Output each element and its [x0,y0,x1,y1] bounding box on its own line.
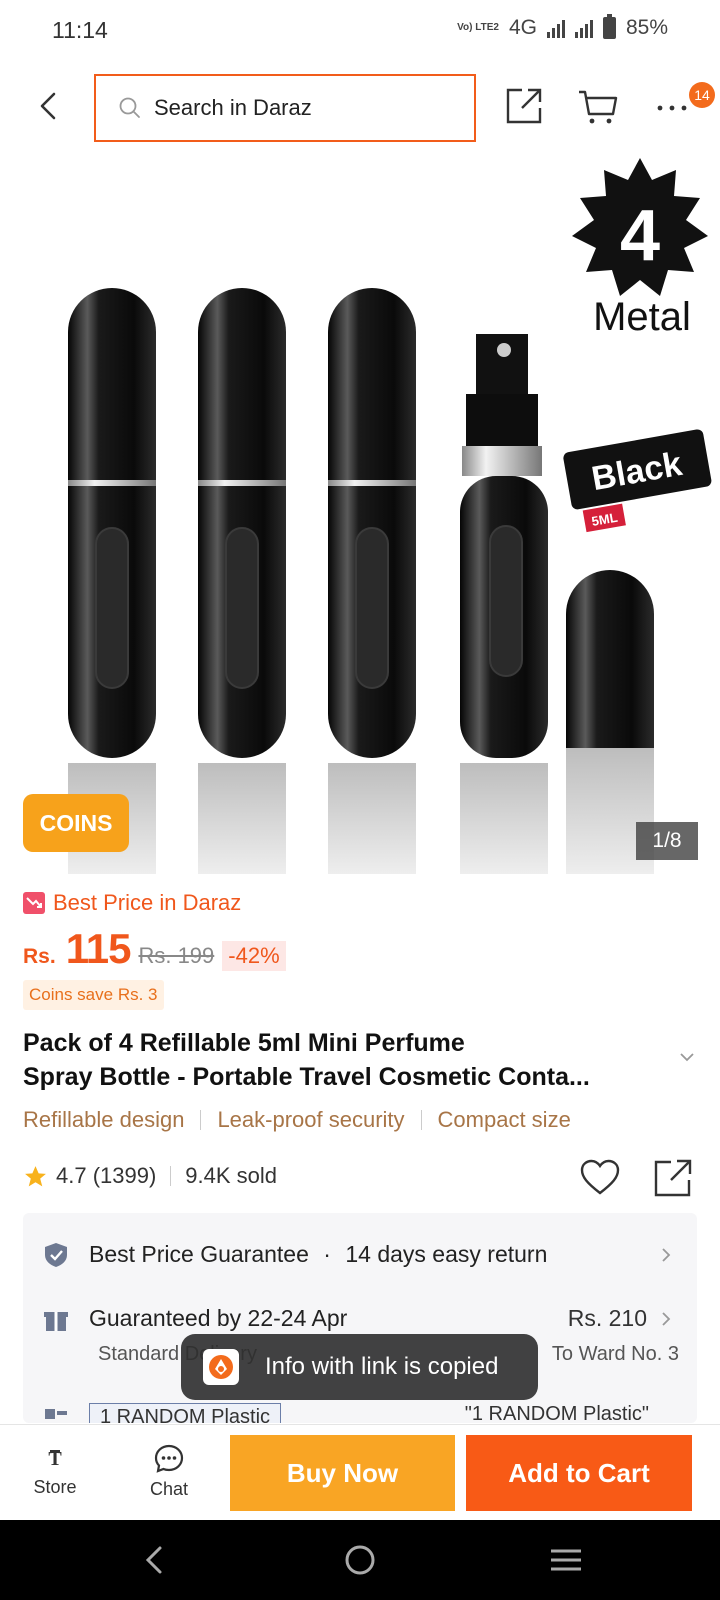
sold-count: 9.4K sold [185,1163,278,1188]
product-image: 4 Metal Black 5ML [68,158,712,874]
star-icon [25,1165,46,1186]
more-options-icon[interactable] [651,84,695,128]
nav-home-icon[interactable] [342,1542,378,1578]
cart-icon[interactable] [576,84,620,128]
best-price-label: Best Price in Daraz [23,890,241,916]
feature-tag: Refillable design [23,1107,185,1132]
coins-chip: COINS [23,794,129,852]
rating-row[interactable]: 4.7 (1399) 9.4K sold [23,1163,277,1189]
current-price: 115 [65,925,132,972]
guarantee-text: Best Price Guarantee · 14 days easy retu… [89,1241,547,1268]
product-title[interactable]: Pack of 4 Refillable 5ml Mini Perfume Sp… [23,1026,673,1094]
notification-badge: 14 [689,82,715,108]
chevron-right-icon [662,1248,671,1262]
toast-message: Info with link is copied [265,1353,499,1380]
search-placeholder: Search in Daraz [154,95,312,120]
status-bar: 11:14 Vo) LTE2 4G 85% [0,0,720,62]
toast-notification: Info with link is copied [181,1334,538,1400]
coins-save-tag: Coins save Rs. 3 [23,980,164,1010]
delivery-destination: To Ward No. 3 [551,1343,679,1365]
best-price-text: Best Price in Daraz [53,890,242,915]
gift-box-icon [44,1312,68,1331]
store-icon: T [48,1448,62,1470]
nav-recents-icon[interactable] [548,1542,584,1578]
variant-icon [45,1409,67,1419]
divider [420,1110,422,1130]
material-label: Metal [593,295,691,339]
variant-chip[interactable]: 1 RANDOM Plastic [89,1403,282,1423]
selected-variant[interactable]: "1 RANDOM Plastic" [465,1403,649,1423]
delivery-date[interactable]: Guaranteed by 22-24 Apr [89,1305,347,1332]
back-arrow-icon[interactable] [30,86,70,126]
nav-back-icon[interactable] [140,1542,170,1578]
share-icon[interactable] [502,84,546,128]
price-row: Rs. 115 Rs. 199 -42% [23,925,286,975]
system-nav-bar [0,1520,720,1600]
separator-dot: · [323,1241,331,1267]
share-icon[interactable] [652,1157,694,1199]
network-type: 4G [508,16,537,39]
chevron-down-icon[interactable] [678,1050,696,1064]
discount-badge: -42% [222,941,286,971]
image-counter: 1/8 [636,822,698,860]
chat-icon [154,1444,184,1473]
feature-tag: Compact size [437,1107,571,1132]
divider [170,1166,172,1186]
delivery-price: Rs. 210 [567,1305,647,1331]
app-logo-icon [203,1349,239,1385]
guarantee-row[interactable]: Best Price Guarantee · 14 days easy retu… [23,1235,697,1275]
currency-label: Rs. [23,945,56,968]
search-icon [119,97,140,118]
buy-now-button[interactable]: Buy Now [230,1435,455,1511]
feature-tags: Refillable design Leak-proof security Co… [23,1107,571,1133]
heart-icon[interactable] [579,1158,621,1198]
battery-percent: 85% [625,16,668,39]
add-to-cart-button[interactable]: Add to Cart [466,1435,692,1511]
rating-value: 4.7 (1399) [56,1163,157,1188]
status-time: 11:14 [52,17,108,43]
top-bar: Search in Daraz 14 [0,62,720,158]
pack-count-label: 4 [620,196,660,276]
returns-label: 14 days easy return [345,1241,548,1267]
search-input[interactable]: Search in Daraz [94,74,476,142]
product-title-line1: Pack of 4 Refillable 5ml Mini Perfume [23,1029,465,1057]
divider [200,1110,202,1130]
signal-icon [546,18,565,38]
store-button[interactable]: T Store [20,1443,90,1498]
chat-button[interactable]: Chat [134,1443,204,1500]
trending-down-icon [23,892,45,914]
product-title-line2: Spray Bottle - Portable Travel Cosmetic … [23,1063,590,1091]
guarantee-label: Best Price Guarantee [89,1241,309,1267]
battery-icon [602,14,616,39]
signal-icon-2 [574,18,593,38]
volte-indicator: Vo) LTE2 [457,22,499,33]
bottom-action-bar: T Store Chat Buy Now Add to Cart [0,1424,720,1520]
feature-tag: Leak-proof security [217,1107,405,1132]
store-label: Store [33,1477,77,1497]
status-indicators: Vo) LTE2 4G 85% [457,14,668,40]
product-image-gallery[interactable]: 4 Metal Black 5ML COINS 1/8 [0,158,720,874]
shield-icon [45,1243,67,1267]
chat-label: Chat [149,1479,189,1499]
original-price: Rs. 199 [138,943,215,968]
chevron-right-icon[interactable] [659,1309,673,1329]
